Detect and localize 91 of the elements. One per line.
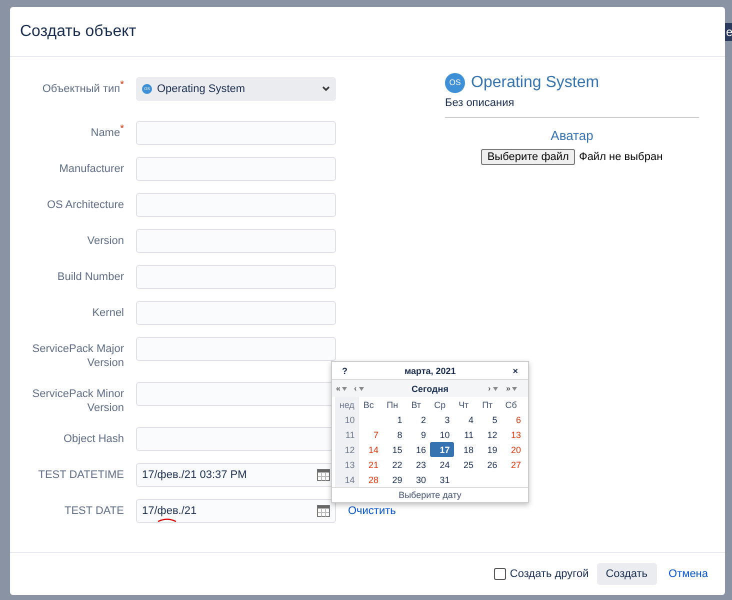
field-label: Build Number [56, 270, 124, 284]
field-label: TEST DATETIME [37, 468, 124, 482]
calendar-day[interactable]: 19 [478, 442, 502, 457]
weekday-header: Пн [386, 398, 400, 412]
weekday-header: Пт [481, 398, 494, 412]
text-field[interactable] [136, 229, 336, 253]
week-number: 11 [335, 427, 359, 442]
calendar-nav-button[interactable]: › [488, 384, 506, 393]
field-label: Kernel [91, 306, 124, 320]
calendar-icon[interactable] [317, 505, 330, 517]
field-label: Version [86, 234, 124, 248]
calendar-day[interactable]: 11 [454, 427, 478, 442]
field-label: ServicePack Major Version [31, 342, 124, 370]
text-field[interactable] [136, 265, 336, 289]
calendar-icon[interactable] [317, 469, 330, 481]
calendar-day[interactable]: 21 [358, 457, 382, 472]
field-label: Object Hash [62, 432, 124, 446]
spellcheck-underline [157, 518, 177, 522]
close-button[interactable]: × [512, 366, 518, 376]
calendar-day[interactable]: 16 [406, 442, 430, 457]
calendar-day[interactable]: 28 [358, 472, 382, 487]
caret-icon [358, 386, 364, 390]
calendar-day[interactable]: 4 [454, 412, 478, 427]
calendar-day[interactable]: 1 [382, 412, 406, 427]
calendar-day[interactable]: 13 [501, 427, 525, 442]
weekday-header: Вс [362, 398, 375, 412]
weekday-header: Ср [433, 398, 447, 412]
date-field[interactable]: 17/фев./21 [136, 499, 336, 523]
calendar-day[interactable]: 18 [454, 442, 478, 457]
text-field[interactable] [136, 157, 336, 181]
file-status: Файл не выбран [578, 151, 663, 163]
calendar-status: Выберите дату [398, 490, 462, 500]
calendar-day[interactable]: 23 [406, 457, 430, 472]
calendar-day[interactable]: 22 [382, 457, 406, 472]
calendar-day[interactable]: 26 [478, 457, 502, 472]
weekday-header: Чт [458, 398, 470, 412]
caret-icon [492, 386, 498, 390]
calendar-day[interactable]: 29 [382, 472, 406, 487]
week-number: 12 [335, 442, 359, 457]
dialog-title: Создать объект [20, 22, 136, 40]
checkbox[interactable] [494, 568, 506, 580]
calendar-day[interactable]: 17 [430, 442, 454, 457]
week-number: 10 [335, 412, 359, 427]
calendar-day[interactable]: 8 [382, 427, 406, 442]
clear-link[interactable]: Очистить [348, 499, 396, 517]
weekday-header: Вт [410, 398, 422, 412]
os-icon: OS [445, 73, 465, 93]
avatar-heading: Аватар [550, 128, 594, 143]
calendar-nav-button[interactable]: » [506, 384, 524, 393]
calendar-day[interactable]: 5 [478, 412, 502, 427]
week-number: 14 [335, 472, 359, 487]
calendar-nav-button[interactable]: « [336, 384, 354, 393]
calendar-day[interactable]: 24 [430, 457, 454, 472]
calendar-day[interactable]: 31 [430, 472, 454, 487]
type-title: Operating System [471, 74, 600, 92]
week-number: 13 [335, 457, 359, 472]
calendar-day[interactable]: 2 [406, 412, 430, 427]
calendar-day[interactable]: 9 [406, 427, 430, 442]
field-label: TEST DATE [64, 504, 124, 518]
field-label: Manufacturer [58, 162, 124, 176]
calendar-nav-button[interactable]: Сегодня [372, 384, 488, 394]
caret-icon [512, 386, 518, 390]
text-field[interactable] [136, 301, 336, 325]
field-label: ServicePack Minor Version [31, 387, 124, 415]
calendar-day[interactable]: 25 [454, 457, 478, 472]
caret-icon [342, 386, 348, 390]
calendar-day[interactable]: 27 [501, 457, 525, 472]
calendar-nav-button[interactable]: ‹ [354, 384, 372, 393]
field-label: OS Architecture [46, 198, 124, 212]
calendar-day[interactable]: 7 [358, 427, 382, 442]
text-field[interactable] [136, 337, 336, 361]
calendar-day[interactable]: 30 [406, 472, 430, 487]
calendar-day[interactable]: 3 [430, 412, 454, 427]
calendar-day[interactable]: 12 [478, 427, 502, 442]
text-field[interactable] [136, 121, 336, 145]
chevron-icon [322, 86, 330, 92]
checkbox-label: Создать другой [510, 568, 589, 580]
week-column-header: нед [335, 397, 359, 412]
month-title: марта, 2021 [403, 366, 457, 376]
calendar-day[interactable]: 14 [358, 442, 382, 457]
calendar-day[interactable]: 15 [382, 442, 406, 457]
type-description: Без описания [445, 97, 699, 118]
calendar-day[interactable]: 6 [501, 412, 525, 427]
help-button[interactable]: ? [342, 366, 348, 376]
calendar-day[interactable]: 10 [430, 427, 454, 442]
text-field[interactable] [136, 193, 336, 217]
create-button[interactable]: Создать [596, 563, 657, 585]
weekday-header: Сб [504, 398, 518, 412]
calendar-day[interactable]: 20 [501, 442, 525, 457]
cancel-link[interactable]: Отмена [668, 568, 708, 580]
choose-file-button[interactable]: Выберите файл [481, 149, 575, 165]
